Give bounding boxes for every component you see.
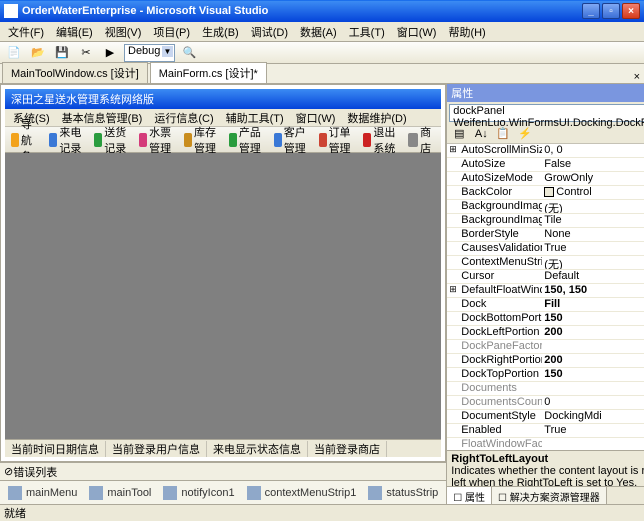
form-designer[interactable]: 深田之星送水管理系统网络版 系统(S)基本信息管理(B)运行信息(C)辅助工具(… [0, 84, 446, 462]
statusbar: 就绪 [0, 504, 644, 520]
property-row[interactable]: BorderStyleNone [447, 228, 644, 242]
property-row[interactable]: BackgroundImage(无) [447, 200, 644, 214]
document-tabs: MainToolWindow.cs [设计]MainForm.cs [设计]* × [0, 64, 644, 84]
form-titlebar: 深田之星送水管理系统网络版 [5, 89, 441, 109]
app-toolbar: 导航条来电记录送货记录水票管理库存管理产品管理客户管理订单管理退出系统商店 [5, 127, 441, 153]
status-cell: 当前登录用户信息 [106, 441, 207, 457]
property-row[interactable]: BackgroundImageLayoutTile [447, 214, 644, 228]
maximize-button[interactable]: ▫ [602, 3, 620, 19]
property-row[interactable]: EnabledTrue [447, 424, 644, 438]
save-icon[interactable]: 💾 [52, 44, 72, 62]
menubar: 文件(F)编辑(E)视图(V)项目(P)生成(B)调试(D)数据(A)工具(T)… [0, 22, 644, 42]
object-selector[interactable]: dockPanel WeifenLuo.WinFormsUI.Docking.D… [449, 104, 644, 122]
tray-component[interactable]: statusStrip [368, 486, 438, 500]
find-icon[interactable]: 🔍 [179, 44, 199, 62]
menu-item[interactable]: 项目(P) [147, 22, 196, 42]
standard-toolbar: 📄 📂 💾 ✂ ▶ Debug 🔍 [0, 42, 644, 64]
close-button[interactable]: × [622, 3, 640, 19]
property-grid[interactable]: AutoScrollMinSize0, 0AutoSizeFalseAutoSi… [447, 144, 644, 450]
document-tab[interactable]: MainToolWindow.cs [设计] [2, 62, 148, 83]
window-title: OrderWaterEnterprise - Microsoft Visual … [22, 5, 582, 17]
tab-close-icon[interactable]: × [634, 71, 640, 83]
error-icon: ⊘ [4, 465, 13, 478]
tray-component[interactable]: contextMenuStrip1 [247, 486, 357, 500]
menu-item[interactable]: 数据(A) [294, 22, 343, 42]
titlebar[interactable]: OrderWaterEnterprise - Microsoft Visual … [0, 0, 644, 22]
component-tray: mainMenu mainTool notifyIcon1 contextMenuSt… [0, 480, 446, 504]
property-row[interactable]: DocumentStyleDockingMdi [447, 410, 644, 424]
play-icon[interactable]: ▶ [100, 44, 120, 62]
status-strip: 当前时间日期信息当前登录用户信息来电显示状态信息当前登录商店 [5, 439, 441, 457]
menu-item[interactable]: 帮助(H) [442, 22, 491, 42]
menu-item[interactable]: 调试(D) [245, 22, 294, 42]
menu-item[interactable]: 工具(T) [343, 22, 391, 42]
panel-tab[interactable]: ☐ 属性 [447, 487, 492, 504]
minimize-button[interactable]: _ [582, 3, 600, 19]
property-row[interactable]: AutoSizeFalse [447, 158, 644, 172]
property-row[interactable]: BackColorControl [447, 186, 644, 200]
menu-item[interactable]: 视图(V) [99, 22, 148, 42]
property-row[interactable]: DockFill [447, 298, 644, 312]
properties-title: 属性 × [447, 84, 644, 102]
app-icon [4, 4, 18, 18]
status-cell: 来电显示状态信息 [207, 441, 308, 457]
tray-component[interactable]: notifyIcon1 [163, 486, 234, 500]
design-canvas[interactable] [5, 153, 441, 439]
property-row[interactable]: DockBottomPortion150 [447, 312, 644, 326]
property-row[interactable]: DockRightPortion200 [447, 354, 644, 368]
menu-item[interactable]: 生成(B) [196, 22, 245, 42]
property-row[interactable]: FloatWindowFactory [447, 438, 644, 450]
cut-icon[interactable]: ✂ [76, 44, 96, 62]
property-row[interactable]: DockPaneFactory [447, 340, 644, 354]
property-row[interactable]: DockLeftPortion200 [447, 326, 644, 340]
status-cell: 当前时间日期信息 [5, 441, 106, 457]
menu-item[interactable]: 窗口(W) [391, 22, 443, 42]
property-row[interactable]: Documents [447, 382, 644, 396]
properties-panel: 属性 × dockPanel WeifenLuo.WinFormsUI.Dock… [446, 84, 644, 504]
property-row[interactable]: DocumentsCount0 [447, 396, 644, 410]
menu-item[interactable]: 文件(F) [2, 22, 50, 42]
property-row[interactable]: DockTopPortion150 [447, 368, 644, 382]
panel-tabs: ☐ 属性☐ 解决方案资源管理器 [447, 486, 644, 504]
new-icon[interactable]: 📄 [4, 44, 24, 62]
property-row[interactable]: CursorDefault [447, 270, 644, 284]
document-tab[interactable]: MainForm.cs [设计]* [150, 62, 267, 83]
status-cell: 当前登录商店 [308, 441, 387, 457]
config-combo[interactable]: Debug [124, 44, 175, 62]
property-row[interactable]: ContextMenuStrip(无) [447, 256, 644, 270]
tray-component[interactable]: mainTool [89, 486, 151, 500]
menu-item[interactable]: 编辑(E) [50, 22, 99, 42]
property-row[interactable]: AutoScrollMinSize0, 0 [447, 144, 644, 158]
tray-component[interactable]: mainMenu [8, 486, 77, 500]
property-row[interactable]: DefaultFloatWindowSize150, 150 [447, 284, 644, 298]
panel-tab[interactable]: ☐ 解决方案资源管理器 [492, 487, 607, 504]
open-icon[interactable]: 📂 [28, 44, 48, 62]
property-row[interactable]: AutoSizeModeGrowOnly [447, 172, 644, 186]
property-description: RightToLeftLayout Indicates whether the … [447, 450, 644, 486]
error-list-tab[interactable]: ⊘ 错误列表 [0, 462, 446, 480]
property-row[interactable]: CausesValidationTrue [447, 242, 644, 256]
